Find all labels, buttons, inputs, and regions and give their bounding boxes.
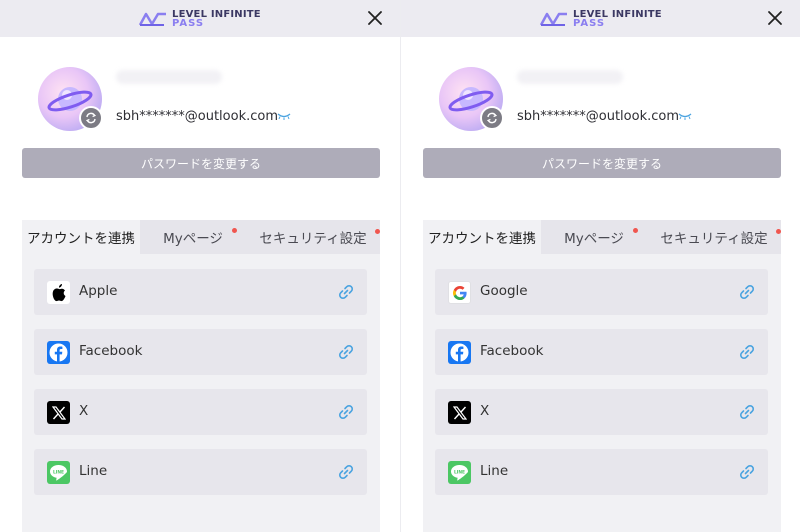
tab-link-accounts[interactable]: アカウントを連携 (423, 220, 541, 254)
account-name: Apple (79, 283, 118, 299)
account-name: Facebook (79, 343, 143, 359)
account-name: X (480, 403, 490, 419)
linked-account-row[interactable]: Facebook (34, 329, 367, 375)
logo-mark-icon (138, 12, 166, 26)
link-icon[interactable] (739, 284, 755, 300)
svg-text:LINE: LINE (53, 470, 64, 476)
link-icon[interactable] (739, 464, 755, 480)
apple-icon (47, 281, 70, 304)
account-panel-left: LEVEL INFINITE PASS sbh*******@outlook.c… (0, 0, 400, 532)
change-password-button[interactable]: パスワードを変更する (423, 148, 781, 178)
switch-avatar-button[interactable] (79, 106, 103, 130)
account-name: Facebook (480, 343, 544, 359)
notification-dot (776, 229, 781, 234)
close-icon[interactable] (766, 9, 784, 27)
notification-dot (375, 229, 380, 234)
username-blurred (116, 70, 222, 84)
account-name: X (79, 403, 89, 419)
refresh-icon (85, 112, 97, 124)
tab-link-accounts[interactable]: アカウントを連携 (22, 220, 140, 254)
google-icon (448, 281, 471, 304)
username-blurred (517, 70, 623, 84)
link-icon[interactable] (338, 464, 354, 480)
linked-account-row[interactable]: Google (435, 269, 768, 315)
tab-bar: アカウントを連携 Myページ セキュリティ設定 (22, 220, 380, 254)
level-infinite-logo: LEVEL INFINITE PASS (539, 8, 662, 30)
linked-account-row[interactable]: X (34, 389, 367, 435)
link-icon[interactable] (338, 284, 354, 300)
top-bar: LEVEL INFINITE PASS (0, 0, 400, 37)
account-name: Line (480, 463, 509, 479)
level-infinite-logo: LEVEL INFINITE PASS (138, 8, 261, 30)
tab-security-settings[interactable]: セキュリティ設定 (647, 220, 781, 254)
facebook-icon (47, 341, 70, 364)
account-name: Google (480, 283, 528, 299)
tab-bar: アカウントを連携 Myページ セキュリティ設定 (423, 220, 781, 254)
change-password-button[interactable]: パスワードを変更する (22, 148, 380, 178)
link-icon[interactable] (739, 344, 755, 360)
svg-text:LINE: LINE (454, 470, 465, 476)
eye-closed-icon[interactable] (678, 112, 692, 120)
top-bar: LEVEL INFINITE PASS (401, 0, 800, 37)
close-icon[interactable] (366, 9, 384, 27)
x-icon (448, 401, 471, 424)
logo-mark-icon (539, 12, 567, 26)
link-icon[interactable] (338, 404, 354, 420)
settings-card: アカウントを連携 Myページ セキュリティ設定 Apple Facebook X… (22, 220, 380, 532)
logo-line2: PASS (573, 18, 606, 29)
x-icon (47, 401, 70, 424)
notification-dot (633, 228, 638, 233)
refresh-icon (486, 112, 498, 124)
facebook-icon (448, 341, 471, 364)
logo-line2: PASS (172, 18, 205, 29)
linked-account-row[interactable]: LINE Line (34, 449, 367, 495)
screens: LEVEL INFINITE PASS sbh*******@outlook.c… (0, 0, 800, 532)
email-text: sbh*******@outlook.com (517, 109, 679, 124)
link-icon[interactable] (338, 344, 354, 360)
linked-account-row[interactable]: Facebook (435, 329, 768, 375)
line-icon: LINE (47, 461, 70, 484)
account-panel-right: LEVEL INFINITE PASS sbh*******@outlook.c… (400, 0, 800, 532)
settings-card: アカウントを連携 Myページ セキュリティ設定 Google Facebook … (423, 220, 781, 532)
tab-security-settings[interactable]: セキュリティ設定 (246, 220, 380, 254)
linked-account-row[interactable]: Apple (34, 269, 367, 315)
eye-closed-icon[interactable] (277, 112, 291, 120)
link-icon[interactable] (739, 404, 755, 420)
linked-account-row[interactable]: X (435, 389, 768, 435)
tab-my-page[interactable]: Myページ (140, 220, 246, 254)
tab-my-page[interactable]: Myページ (541, 220, 647, 254)
switch-avatar-button[interactable] (480, 106, 504, 130)
line-icon: LINE (448, 461, 471, 484)
account-name: Line (79, 463, 108, 479)
notification-dot (232, 228, 237, 233)
linked-account-row[interactable]: LINE Line (435, 449, 768, 495)
email-text: sbh*******@outlook.com (116, 109, 278, 124)
